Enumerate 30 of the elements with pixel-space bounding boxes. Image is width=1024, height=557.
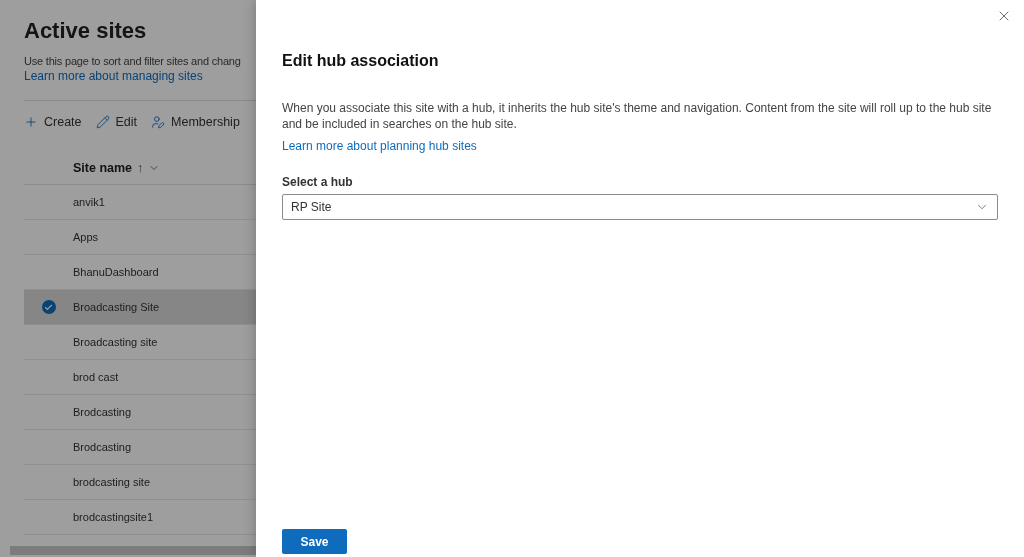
- save-button[interactable]: Save: [282, 529, 347, 554]
- table-cell: brodcastingsite1: [73, 511, 154, 523]
- toolbar-button[interactable]: Edit: [95, 111, 138, 133]
- table-cell: Brodcasting: [73, 441, 132, 453]
- panel-title: Edit hub association: [282, 52, 440, 70]
- hub-dropdown[interactable]: RP Site: [282, 194, 998, 220]
- plus-icon: [24, 115, 38, 129]
- page-title: Active sites: [24, 18, 148, 44]
- panel-description: When you associate this site with a hub, it inherits the hub site's theme and navigation. Content from the site will roll up to the hub site and be included in searches on the hub site.: [282, 100, 993, 132]
- toolbar-button[interactable]: Create: [24, 111, 82, 133]
- field-label: Select a hub: [282, 175, 354, 189]
- checkmark-icon[interactable]: [41, 300, 56, 314]
- toolbar-button[interactable]: Membership: [151, 111, 240, 133]
- table-cell: brodcasting site: [73, 476, 151, 488]
- table-cell: BhanuDashboard: [73, 266, 159, 278]
- pencil-icon: [95, 115, 110, 129]
- table-cell: anvik1: [73, 196, 105, 208]
- scroll-bar[interactable]: [10, 546, 256, 555]
- table-cell: Broadcasting site: [73, 336, 158, 348]
- table-cell: Apps: [73, 231, 99, 243]
- table-cell: Broadcasting Site: [73, 301, 160, 313]
- page-description: Use this page to sort and filter sites and chang: [24, 54, 241, 69]
- planning-link[interactable]: Learn more about planning hub sites: [282, 139, 477, 153]
- column-header[interactable]: Site name ↑: [73, 161, 161, 175]
- learn-more-link[interactable]: Learn more about managing sites: [24, 69, 203, 84]
- table-cell: brod cast: [73, 371, 119, 383]
- person-icon: [151, 115, 166, 129]
- sort-arrow: ↑: [137, 161, 144, 175]
- table-cell: Brodcasting: [73, 406, 132, 418]
- table-row[interactable]: Broadcasting Site: [24, 290, 256, 325]
